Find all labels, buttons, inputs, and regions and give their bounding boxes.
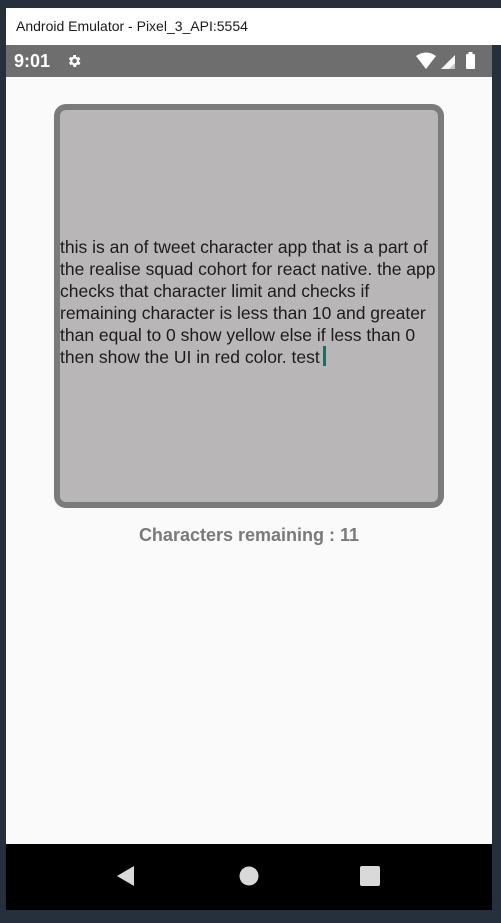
- wifi-icon: [416, 52, 436, 69]
- tweet-text: this is an of tweet character app that i…: [60, 237, 436, 367]
- characters-remaining-label: Characters remaining : 11: [138, 525, 360, 545]
- battery-icon: [466, 52, 475, 69]
- status-bar: 9:01: [6, 45, 492, 77]
- device-screen: 9:01 this is an of tweet character app t…: [6, 45, 492, 910]
- status-time: 9:01: [14, 51, 51, 71]
- signal-icon: [441, 55, 455, 69]
- recents-icon[interactable]: [358, 864, 382, 888]
- gear-icon: [68, 55, 81, 67]
- tweet-input-box[interactable]: this is an of tweet character app that i…: [54, 104, 444, 508]
- text-cursor: [322, 346, 326, 366]
- window-title: Android Emulator - Pixel_3_API:5554: [6, 8, 501, 45]
- navigation-bar: [6, 844, 492, 910]
- tweet-input[interactable]: this is an of tweet character app that i…: [60, 236, 438, 376]
- app-content: this is an of tweet character app that i…: [6, 77, 492, 844]
- back-icon[interactable]: [114, 864, 138, 888]
- emulator-frame: Android Emulator - Pixel_3_API:5554 9:01: [0, 0, 501, 923]
- home-icon[interactable]: [237, 864, 261, 888]
- status-icons: [416, 52, 475, 69]
